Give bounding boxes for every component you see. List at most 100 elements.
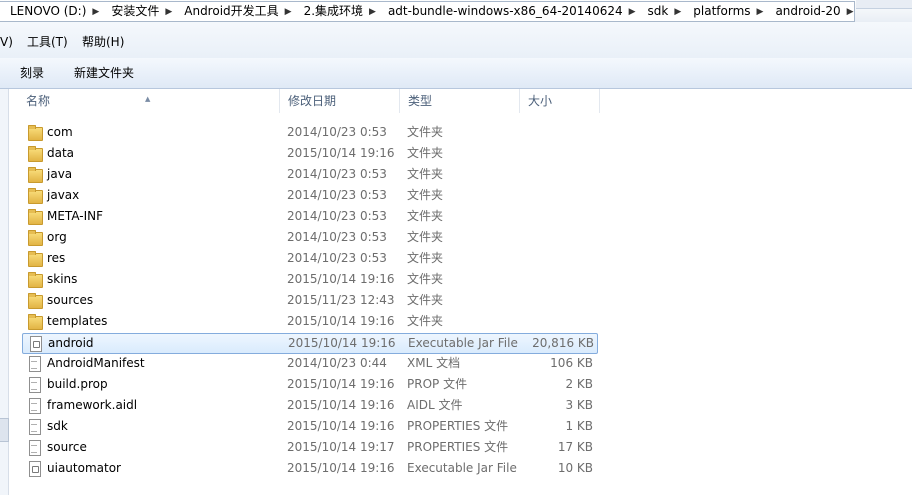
breadcrumb-adt-bundle[interactable]: adt-bundle-windows-x86_64-20140624 bbox=[378, 2, 629, 21]
column-type-label: 类型 bbox=[408, 94, 433, 108]
breadcrumb-drive[interactable]: LENOVO (D:) bbox=[0, 2, 92, 21]
file-type: 文件夹 bbox=[407, 272, 444, 286]
breadcrumb-integrated-env[interactable]: 2.集成环境 bbox=[294, 2, 369, 21]
file-row[interactable]: AndroidManifest 2014/10/23 0:44 XML 文档 106 … bbox=[18, 353, 608, 374]
breadcrumb-install-files[interactable]: 安装文件 bbox=[101, 2, 165, 21]
file-date: 2014/10/23 0:53 bbox=[287, 251, 387, 265]
file-date: 2015/10/14 19:16 bbox=[287, 419, 395, 433]
menu-bar: V) 工具(T) 帮助(H) bbox=[0, 22, 912, 59]
chevron-right-icon[interactable]: ▶ bbox=[629, 7, 638, 17]
file-row[interactable]: framework.aidl 2015/10/14 19:16 AIDL 文件 3 K… bbox=[18, 395, 608, 416]
file-name: build.prop bbox=[47, 377, 108, 391]
file-type: 文件夹 bbox=[407, 314, 444, 328]
file-row[interactable]: uiautomator 2015/10/14 19:16 Executable Ja… bbox=[18, 458, 608, 479]
jar-icon bbox=[28, 461, 42, 477]
file-type: 文件夹 bbox=[407, 251, 444, 265]
file-icon bbox=[28, 377, 42, 393]
file-size: 10 KB bbox=[557, 461, 593, 475]
file-row[interactable]: org 2014/10/23 0:53 文件夹 bbox=[18, 227, 608, 248]
file-row[interactable]: META-INF 2014/10/23 0:53 文件夹 bbox=[18, 206, 608, 227]
breadcrumb-platforms[interactable]: platforms bbox=[683, 2, 756, 21]
file-date: 2015/11/23 12:43 bbox=[287, 293, 395, 307]
file-date: 2015/10/14 19:16 bbox=[287, 398, 395, 412]
folder-icon bbox=[28, 293, 43, 309]
chevron-right-icon[interactable]: ▶ bbox=[165, 7, 174, 17]
nav-scrollbar-thumb[interactable] bbox=[0, 418, 9, 442]
address-bar: LENOVO (D:) ▶ 安装文件 ▶ Android开发工具 ▶ 2.集成环境 ▶ … bbox=[0, 0, 912, 23]
file-size: 20,816 KB bbox=[532, 336, 594, 350]
new-folder-button[interactable]: 新建文件夹 bbox=[74, 65, 134, 81]
column-type[interactable]: 类型 bbox=[400, 89, 520, 113]
file-name: com bbox=[47, 125, 73, 139]
file-type: Executable Jar File bbox=[407, 461, 517, 475]
folder-icon bbox=[28, 251, 43, 267]
file-type: PROP 文件 bbox=[407, 377, 468, 391]
folder-icon bbox=[28, 272, 43, 288]
menu-tools[interactable]: 工具(T) bbox=[27, 34, 68, 50]
folder-icon bbox=[28, 314, 43, 330]
column-size[interactable]: 大小 bbox=[520, 89, 600, 113]
file-date: 2014/10/23 0:53 bbox=[287, 188, 387, 202]
file-name: uiautomator bbox=[47, 461, 121, 475]
file-date: 2015/10/14 19:16 bbox=[288, 336, 396, 350]
file-name: framework.aidl bbox=[47, 398, 138, 412]
chevron-right-icon[interactable]: ▶ bbox=[92, 7, 101, 17]
burn-button[interactable]: 刻录 bbox=[20, 65, 44, 81]
file-type: 文件夹 bbox=[407, 167, 444, 181]
column-name-label: 名称 bbox=[26, 94, 51, 108]
breadcrumb-android-tools[interactable]: Android开发工具 bbox=[174, 2, 284, 21]
file-row[interactable]: data 2015/10/14 19:16 文件夹 bbox=[18, 143, 608, 164]
column-name[interactable]: 名称 ▲ bbox=[18, 89, 280, 113]
file-type: 文件夹 bbox=[407, 125, 444, 139]
breadcrumb-android-20[interactable]: android-20 bbox=[765, 2, 846, 21]
file-date: 2015/10/14 19:17 bbox=[287, 440, 395, 454]
file-row[interactable]: res 2014/10/23 0:53 文件夹 bbox=[18, 248, 608, 269]
file-name: source bbox=[47, 440, 87, 454]
jar-icon bbox=[29, 336, 43, 352]
chevron-right-icon[interactable]: ▶ bbox=[674, 7, 683, 17]
file-row[interactable]: javax 2014/10/23 0:53 文件夹 bbox=[18, 185, 608, 206]
file-size: 1 KB bbox=[565, 419, 593, 433]
file-date: 2014/10/23 0:53 bbox=[287, 230, 387, 244]
folder-icon bbox=[28, 188, 43, 204]
file-name: org bbox=[47, 230, 67, 244]
column-size-label: 大小 bbox=[528, 94, 553, 108]
file-date: 2015/10/14 19:16 bbox=[287, 272, 395, 286]
chevron-right-icon[interactable]: ▶ bbox=[847, 7, 854, 17]
chevron-right-icon[interactable]: ▶ bbox=[757, 7, 766, 17]
folder-icon bbox=[28, 146, 43, 162]
breadcrumb-sdk[interactable]: sdk bbox=[638, 2, 675, 21]
file-row[interactable]: android 2015/10/14 19:16 Executable Jar Fi… bbox=[22, 333, 598, 354]
menu-view[interactable]: V) bbox=[0, 34, 13, 50]
file-name: sdk bbox=[47, 419, 68, 433]
file-row[interactable]: com 2014/10/23 0:53 文件夹 bbox=[18, 122, 608, 143]
file-date: 2014/10/23 0:44 bbox=[287, 356, 387, 370]
file-row[interactable]: templates 2015/10/14 19:16 文件夹 bbox=[18, 311, 608, 332]
file-size: 3 KB bbox=[565, 398, 593, 412]
file-size: 2 KB bbox=[565, 377, 593, 391]
file-type: 文件夹 bbox=[407, 293, 444, 307]
file-row[interactable]: java 2014/10/23 0:53 文件夹 bbox=[18, 164, 608, 185]
file-size: 17 KB bbox=[557, 440, 593, 454]
folder-icon bbox=[28, 167, 43, 183]
file-row[interactable]: build.prop 2015/10/14 19:16 PROP 文件 2 KB bbox=[18, 374, 608, 395]
chevron-right-icon[interactable]: ▶ bbox=[369, 7, 378, 17]
breadcrumb[interactable]: LENOVO (D:) ▶ 安装文件 ▶ Android开发工具 ▶ 2.集成环境 ▶ … bbox=[0, 1, 855, 22]
file-row[interactable]: skins 2015/10/14 19:16 文件夹 bbox=[18, 269, 608, 290]
file-icon bbox=[28, 356, 42, 372]
search-box-edge[interactable] bbox=[856, 0, 912, 9]
file-row[interactable]: source 2015/10/14 19:17 PROPERTIES 文件 17 KB bbox=[18, 437, 608, 458]
menu-help[interactable]: 帮助(H) bbox=[82, 34, 124, 50]
chevron-right-icon[interactable]: ▶ bbox=[285, 7, 294, 17]
file-icon bbox=[28, 398, 42, 414]
file-type: 文件夹 bbox=[407, 209, 444, 223]
file-name: java bbox=[47, 167, 73, 181]
file-type: XML 文档 bbox=[407, 356, 461, 370]
column-date-modified[interactable]: 修改日期 bbox=[280, 89, 400, 113]
file-type: 文件夹 bbox=[407, 146, 444, 160]
file-row[interactable]: sdk 2015/10/14 19:16 PROPERTIES 文件 1 KB bbox=[18, 416, 608, 437]
file-row[interactable]: sources 2015/11/23 12:43 文件夹 bbox=[18, 290, 608, 311]
file-name: data bbox=[47, 146, 75, 160]
file-icon bbox=[28, 440, 42, 456]
file-name: android bbox=[48, 336, 94, 350]
